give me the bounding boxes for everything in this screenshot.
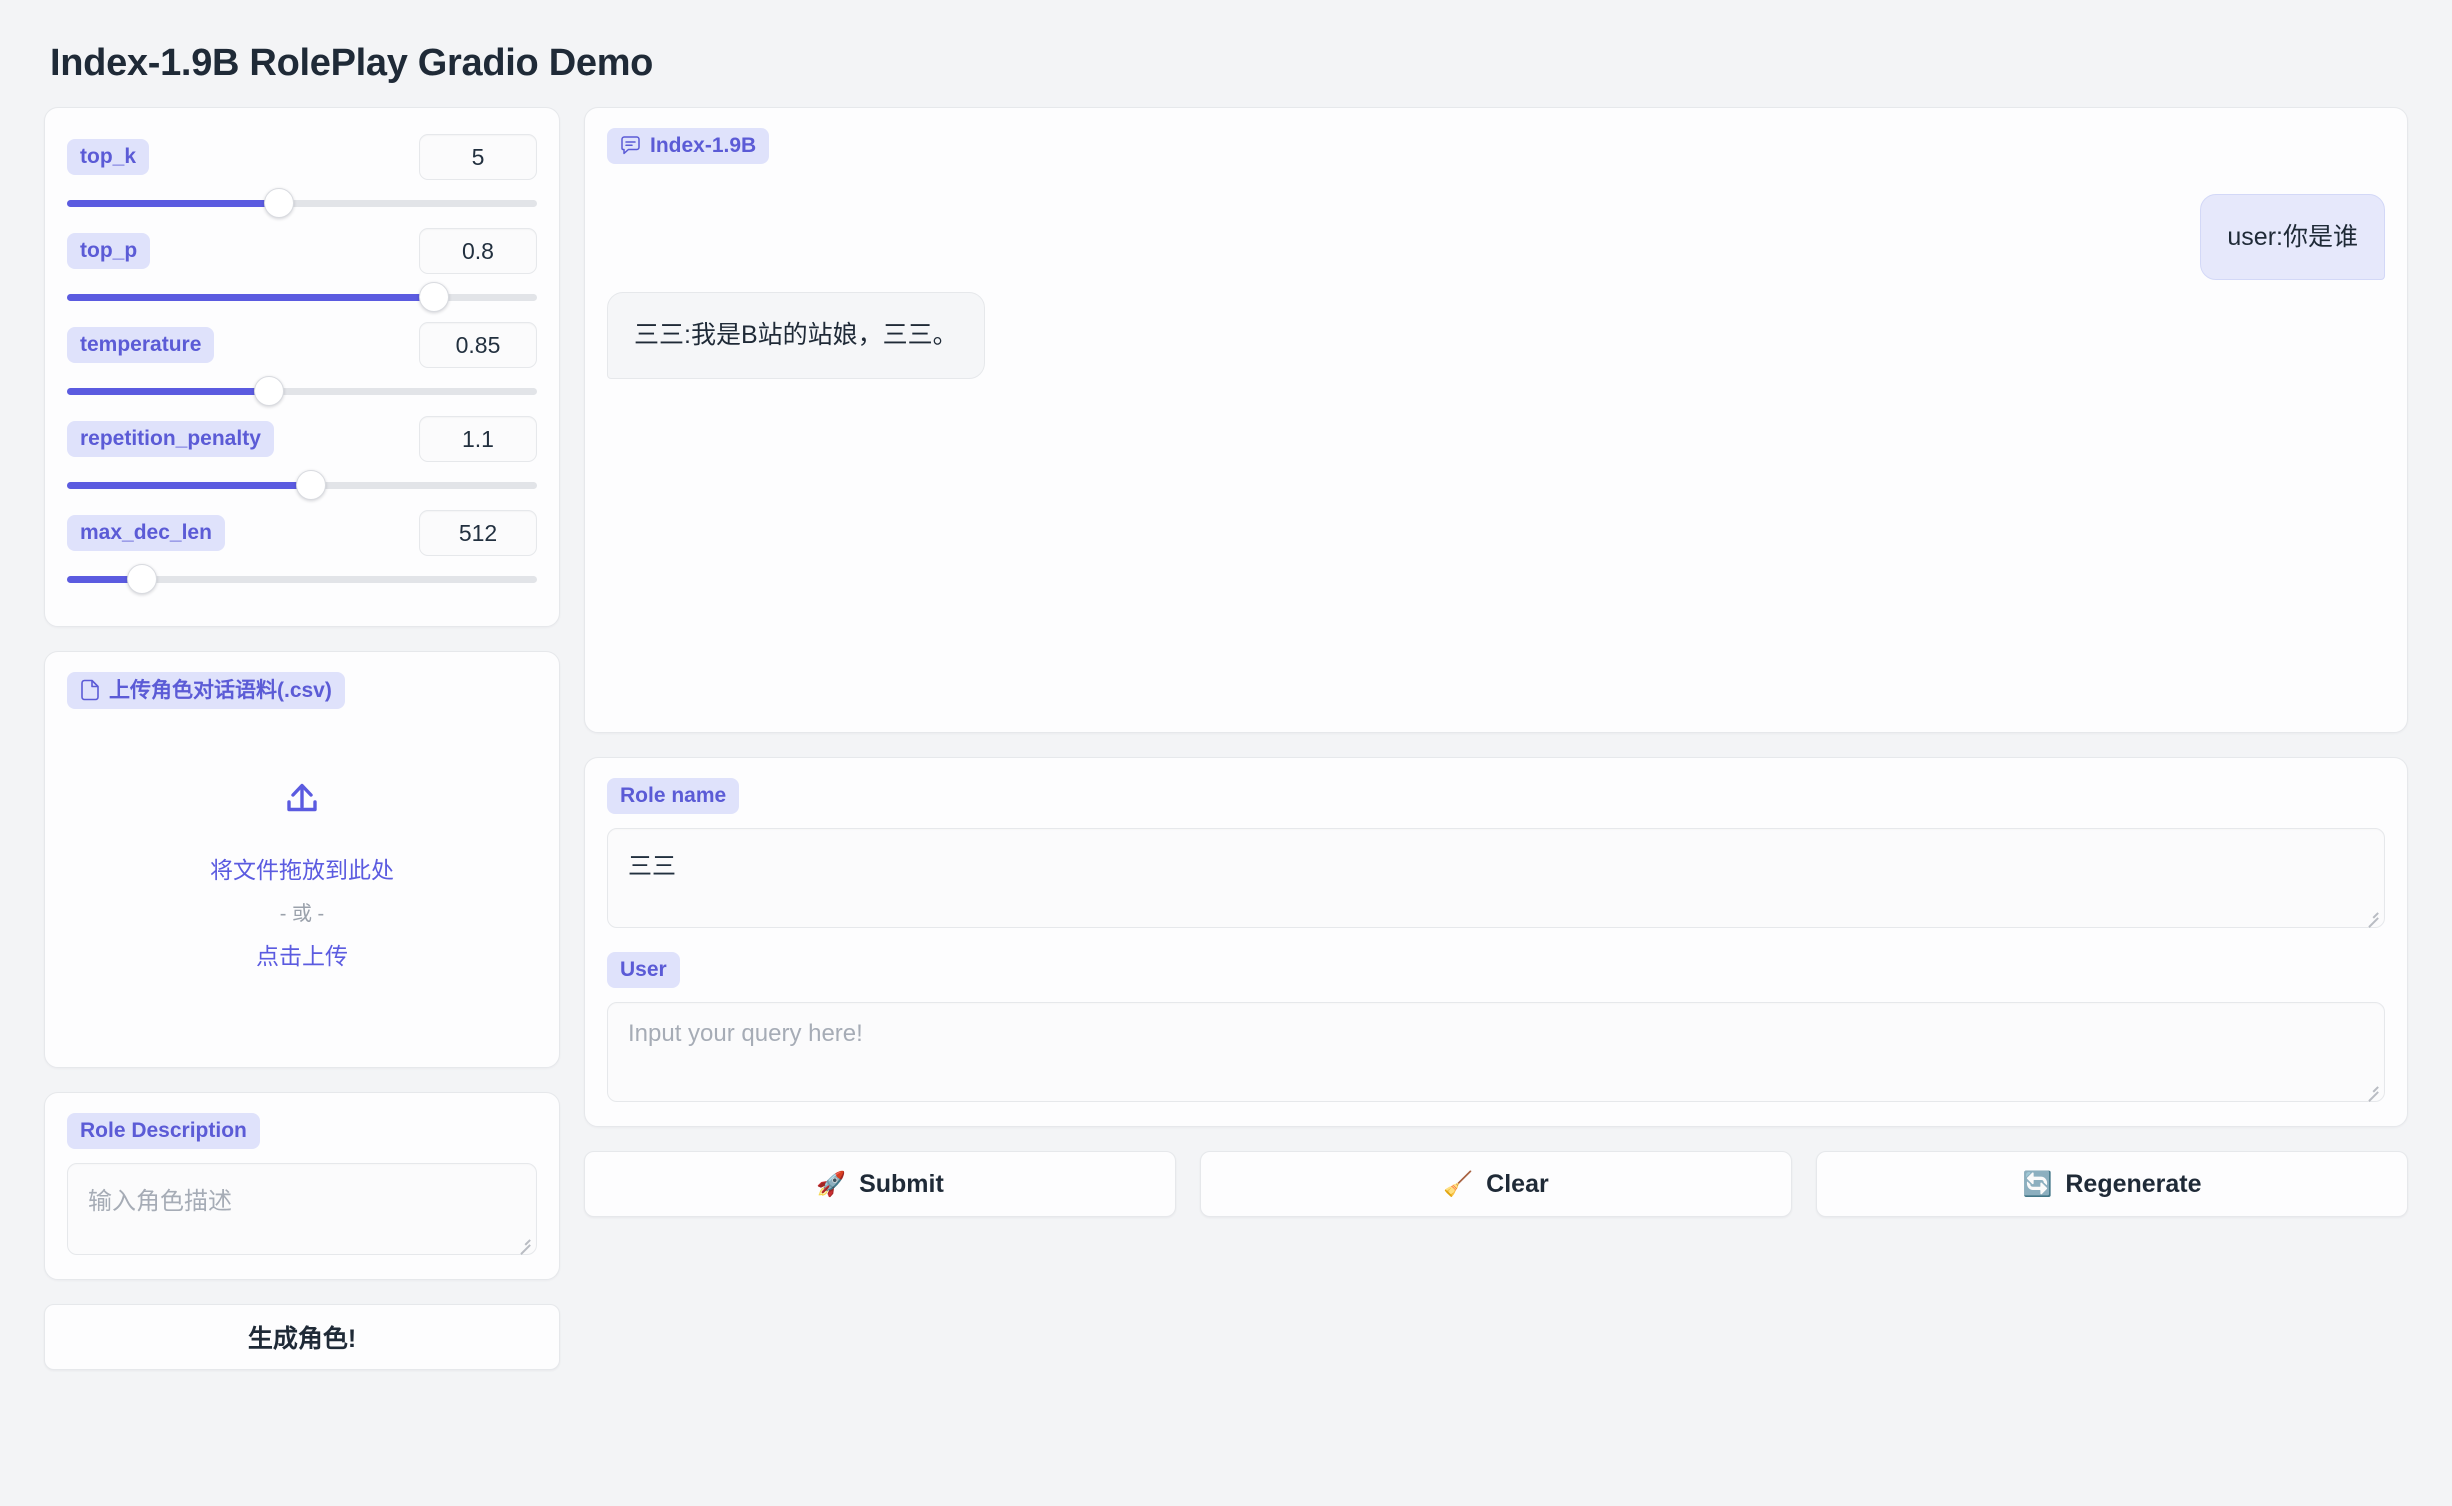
slider-top-k[interactable]: top_k 5 bbox=[67, 130, 537, 224]
role-description-label: Role Description bbox=[67, 1113, 260, 1149]
user-query-field: User Input your query here! bbox=[607, 952, 2385, 1102]
upload-arrow-icon bbox=[280, 776, 324, 825]
dropzone-or-text: - 或 - bbox=[280, 895, 324, 933]
slider-knob[interactable] bbox=[127, 564, 157, 594]
slider-knob[interactable] bbox=[296, 470, 326, 500]
page-title: Index-1.9B RolePlay Gradio Demo bbox=[50, 42, 2408, 85]
slider-knob[interactable] bbox=[419, 282, 449, 312]
chatbot-label: Index-1.9B bbox=[607, 128, 769, 164]
slider-repetition-penalty[interactable]: repetition_penalty 1.1 bbox=[67, 412, 537, 506]
chatbot-panel: Index-1.9B user:你是谁 三三:我是B站的站娘，三三。 bbox=[584, 107, 2408, 733]
resize-handle-icon[interactable] bbox=[516, 1235, 530, 1249]
role-description-input[interactable]: 输入角色描述 bbox=[67, 1163, 537, 1255]
dropzone-click-upload[interactable]: 点击上传 bbox=[256, 935, 348, 979]
csv-upload-panel[interactable]: 上传角色对话语料(.csv) 将文件拖放到此处 - 或 - 点击上传 bbox=[44, 651, 560, 1068]
slider-track[interactable] bbox=[67, 564, 537, 594]
role-name-label: Role name bbox=[607, 778, 739, 814]
slider-value-input[interactable]: 1.1 bbox=[419, 416, 537, 462]
slider-value-input[interactable]: 5 bbox=[419, 134, 537, 180]
clear-button[interactable]: 🧹 Clear bbox=[1200, 1151, 1792, 1217]
slider-track[interactable] bbox=[67, 188, 537, 218]
file-icon bbox=[80, 679, 100, 701]
slider-track[interactable] bbox=[67, 470, 537, 500]
query-inputs-panel: Role name 三三 User Input your query here! bbox=[584, 757, 2408, 1127]
slider-fill bbox=[67, 200, 279, 207]
role-name-field: Role name 三三 bbox=[607, 778, 2385, 928]
generate-role-button[interactable]: 生成角色! bbox=[44, 1304, 560, 1370]
slider-label: top_p bbox=[67, 233, 150, 269]
slider-fill bbox=[67, 294, 434, 301]
slider-knob[interactable] bbox=[264, 188, 294, 218]
file-dropzone[interactable]: 将文件拖放到此处 - 或 - 点击上传 bbox=[67, 709, 537, 1045]
action-button-row: 🚀 Submit 🧹 Clear 🔄 Regenerate bbox=[584, 1151, 2408, 1217]
app-root: Index-1.9B RolePlay Gradio Demo top_k 5 bbox=[0, 0, 2452, 1506]
role-name-input[interactable]: 三三 bbox=[607, 828, 2385, 928]
broom-icon: 🧹 bbox=[1443, 1170, 1473, 1199]
chat-bubble: 三三:我是B站的站娘，三三。 bbox=[607, 292, 985, 378]
chat-message-user: user:你是谁 bbox=[607, 194, 2385, 280]
slider-fill bbox=[67, 388, 269, 395]
slider-max-dec-len[interactable]: max_dec_len 512 bbox=[67, 506, 537, 600]
slider-label: temperature bbox=[67, 327, 214, 363]
slider-track[interactable] bbox=[67, 376, 537, 406]
right-column: Index-1.9B user:你是谁 三三:我是B站的站娘，三三。 Role … bbox=[584, 107, 2408, 1217]
role-description-panel: Role Description 输入角色描述 bbox=[44, 1092, 560, 1280]
slider-label: repetition_penalty bbox=[67, 421, 274, 457]
user-query-label: User bbox=[607, 952, 680, 988]
slider-label: top_k bbox=[67, 139, 149, 175]
regenerate-button-label: Regenerate bbox=[2065, 1170, 2201, 1199]
slider-temperature[interactable]: temperature 0.85 bbox=[67, 318, 537, 412]
rocket-icon: 🚀 bbox=[816, 1170, 846, 1199]
chat-message-list[interactable]: user:你是谁 三三:我是B站的站娘，三三。 bbox=[607, 194, 2385, 712]
resize-handle-icon[interactable] bbox=[2364, 908, 2378, 922]
upload-label: 上传角色对话语料(.csv) bbox=[67, 672, 345, 709]
chatbot-label-text: Index-1.9B bbox=[650, 135, 756, 156]
generate-role-label: 生成角色! bbox=[248, 1319, 356, 1355]
chat-bubble: user:你是谁 bbox=[2200, 194, 2385, 280]
resize-handle-icon[interactable] bbox=[2364, 1082, 2378, 1096]
submit-button-label: Submit bbox=[859, 1170, 944, 1199]
user-query-input[interactable]: Input your query here! bbox=[607, 1002, 2385, 1102]
regenerate-button[interactable]: 🔄 Regenerate bbox=[1816, 1151, 2408, 1217]
submit-button[interactable]: 🚀 Submit bbox=[584, 1151, 1176, 1217]
main-layout: top_k 5 top_p 0.8 bbox=[44, 107, 2408, 1370]
slider-label: max_dec_len bbox=[67, 515, 225, 551]
chat-bubble-icon bbox=[620, 135, 641, 156]
slider-top-p[interactable]: top_p 0.8 bbox=[67, 224, 537, 318]
clear-button-label: Clear bbox=[1486, 1170, 1549, 1199]
slider-fill bbox=[67, 482, 311, 489]
generation-parameters-panel: top_k 5 top_p 0.8 bbox=[44, 107, 560, 627]
dropzone-primary-text: 将文件拖放到此处 bbox=[210, 849, 394, 893]
refresh-icon: 🔄 bbox=[2022, 1170, 2052, 1199]
slider-value-input[interactable]: 0.85 bbox=[419, 322, 537, 368]
slider-value-input[interactable]: 0.8 bbox=[419, 228, 537, 274]
chat-message-bot: 三三:我是B站的站娘，三三。 bbox=[607, 292, 2385, 378]
upload-label-text: 上传角色对话语料(.csv) bbox=[109, 680, 332, 701]
slider-knob[interactable] bbox=[254, 376, 284, 406]
left-column: top_k 5 top_p 0.8 bbox=[44, 107, 560, 1370]
slider-value-input[interactable]: 512 bbox=[419, 510, 537, 556]
slider-track[interactable] bbox=[67, 282, 537, 312]
